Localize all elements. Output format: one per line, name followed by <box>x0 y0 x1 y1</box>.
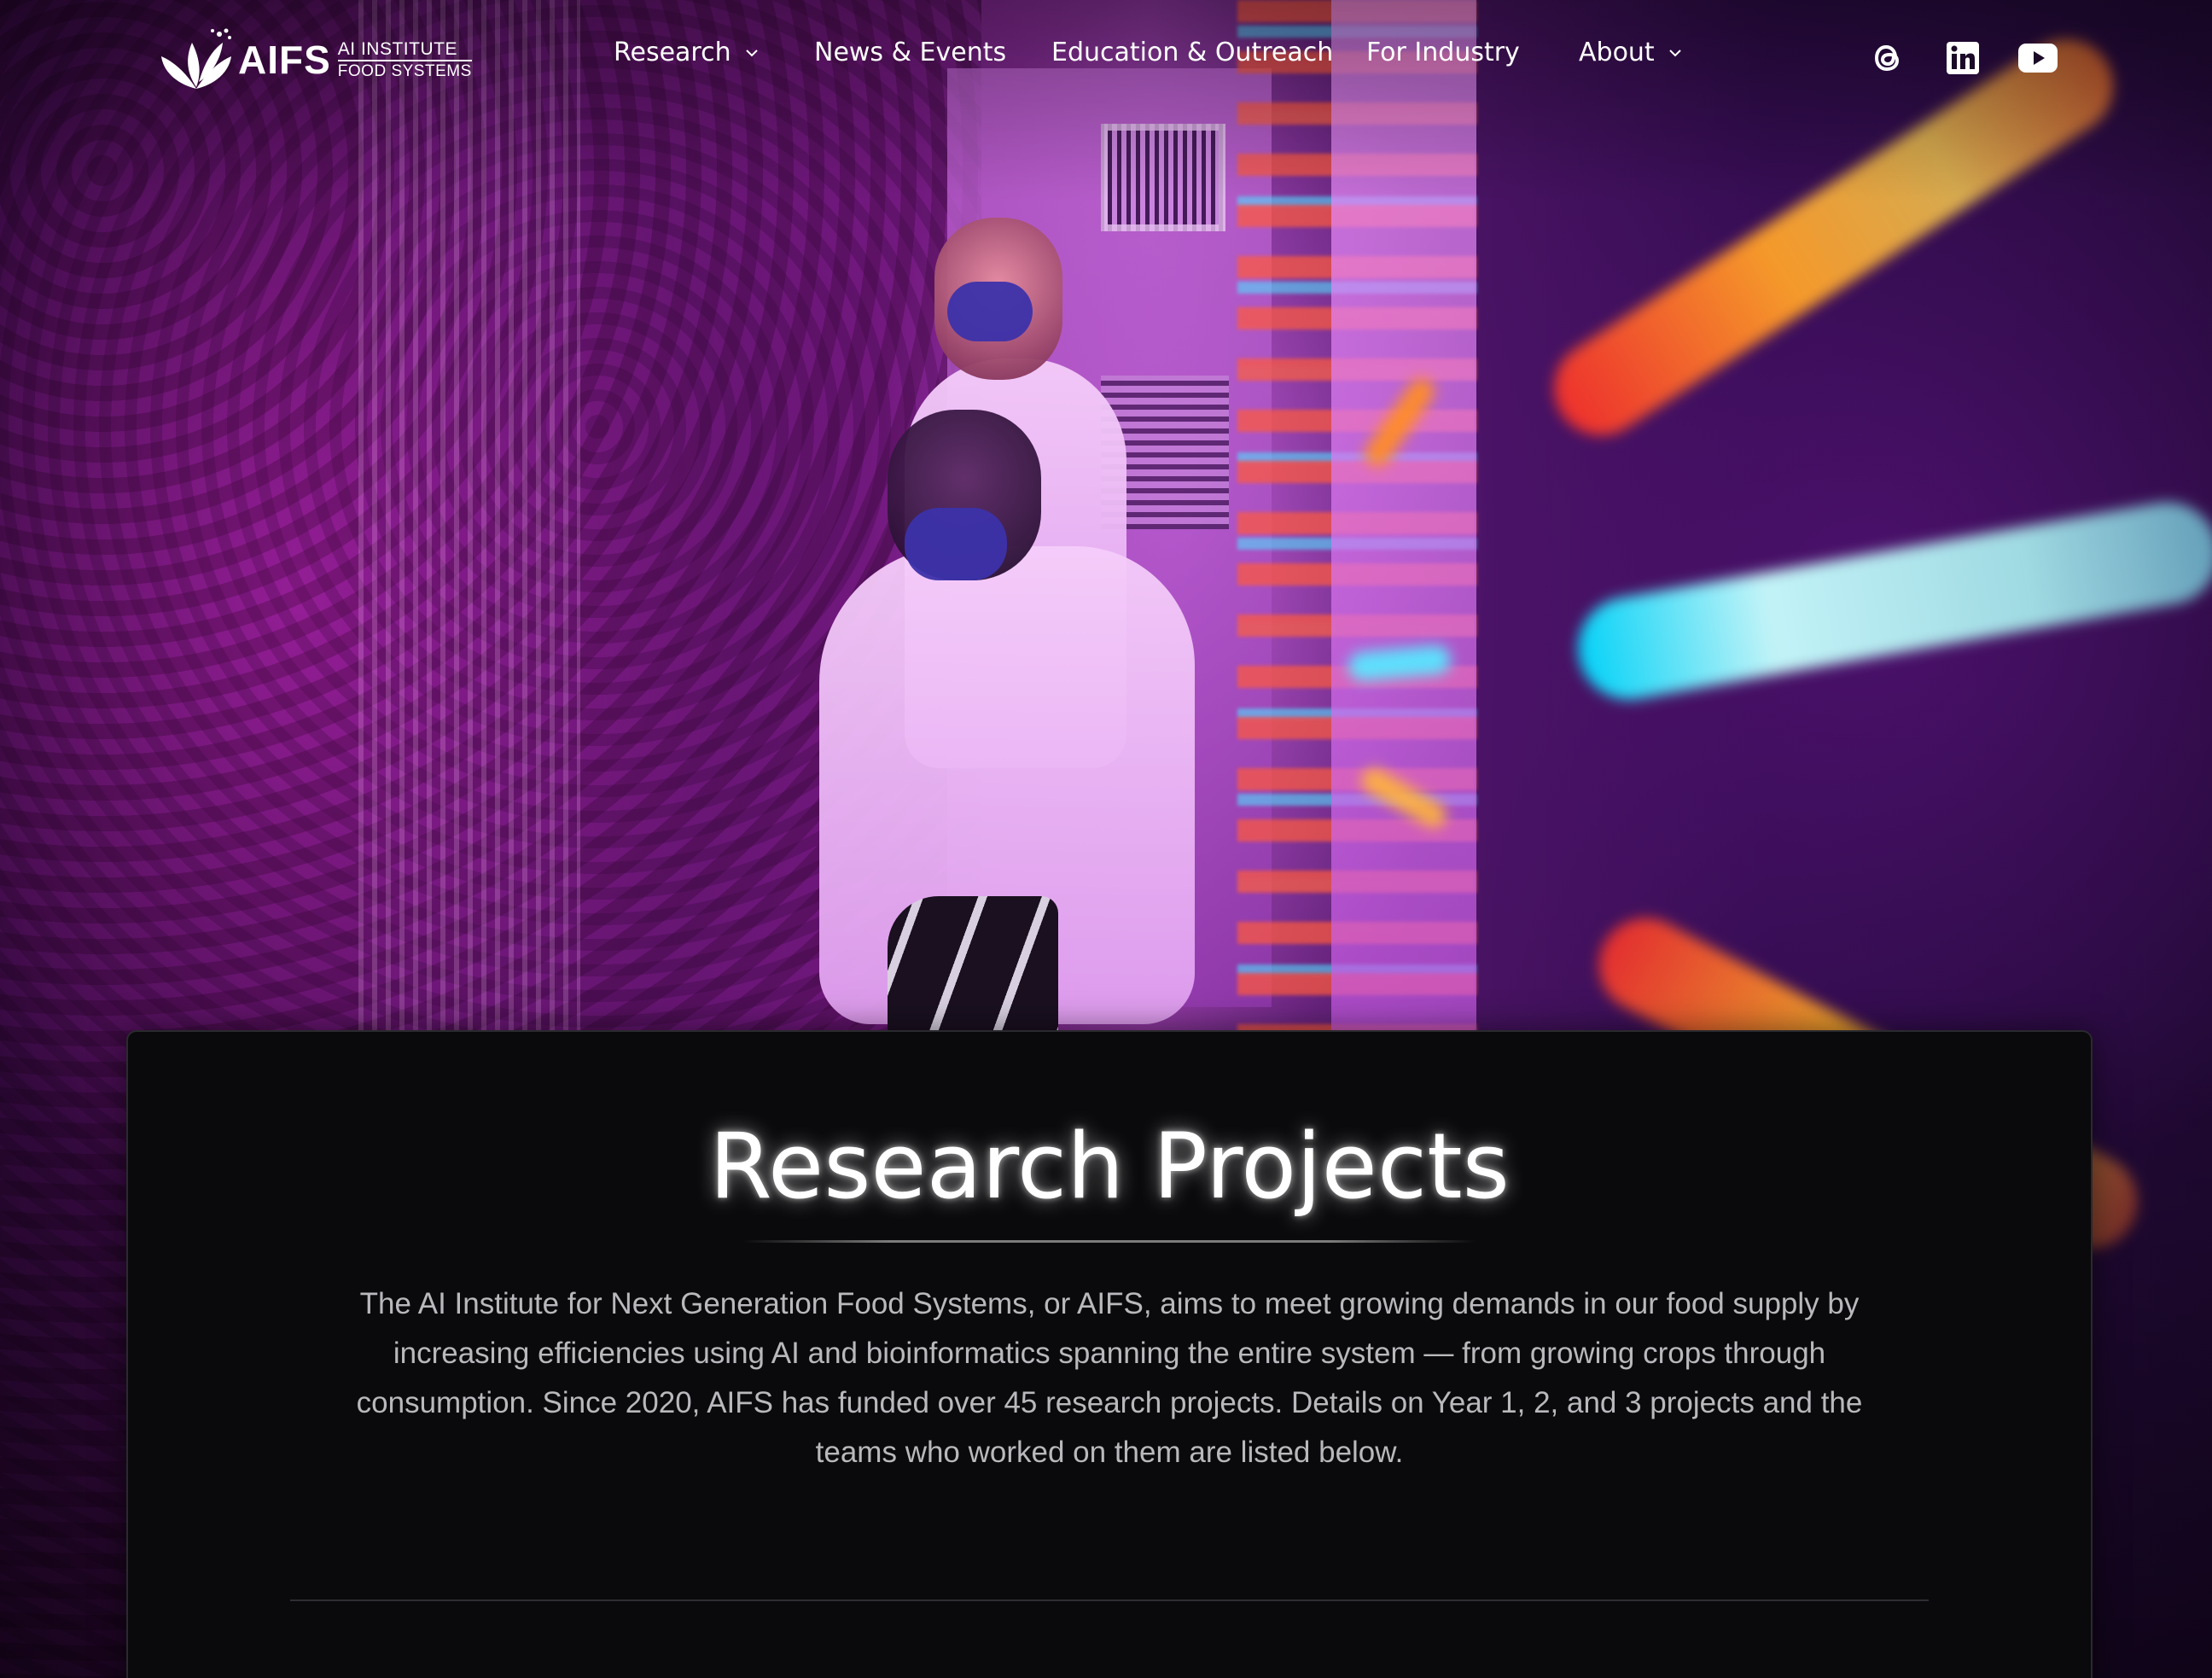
nav-item-about[interactable]: About <box>1579 38 1684 67</box>
nav-item-education-outreach[interactable]: Education & Outreach <box>1051 38 1333 67</box>
threads-link[interactable] <box>1867 38 1908 79</box>
linkedin-icon <box>1947 42 1979 74</box>
nav-item-label: About <box>1579 38 1655 67</box>
nav-item-for-industry[interactable]: For Industry <box>1366 38 1520 67</box>
nav-item-label: Research <box>614 38 731 67</box>
threads-icon <box>1874 44 1900 72</box>
youtube-icon <box>2018 44 2058 73</box>
youtube-link[interactable] <box>2016 38 2060 79</box>
site-logo[interactable]: AIFS AI INSTITUTE FOOD SYSTEMS <box>158 26 472 94</box>
nav-item-label: Education & Outreach <box>1051 38 1334 67</box>
page: AIFS AI INSTITUTE FOOD SYSTEMS Research … <box>0 0 2212 1678</box>
logo-subtitle: AI INSTITUTE FOOD SYSTEMS <box>337 40 472 80</box>
chevron-down-icon <box>745 49 758 56</box>
leaf-logo-icon <box>161 28 231 89</box>
title-divider <box>742 1240 1476 1243</box>
section-divider <box>290 1599 1929 1601</box>
linkedin-link[interactable] <box>1942 38 1983 79</box>
logo-subtitle-line1: AI INSTITUTE <box>337 40 472 61</box>
nav-item-research[interactable]: Research <box>614 38 760 67</box>
nav-item-news-events[interactable]: News & Events <box>814 38 1006 67</box>
site-header: AIFS AI INSTITUTE FOOD SYSTEMS Research … <box>0 0 2212 119</box>
nav-item-label: News & Events <box>814 38 1007 67</box>
intro-paragraph: The AI Institute for Next Generation Foo… <box>356 1287 1863 1469</box>
research-projects-card: Research Projects The AI Institute for N… <box>126 1030 2093 1678</box>
page-title: Research Projects <box>709 1114 1510 1219</box>
logo-wordmark: AIFS <box>238 38 331 82</box>
chevron-down-icon <box>1668 49 1681 56</box>
logo-subtitle-line2: FOOD SYSTEMS <box>337 62 472 80</box>
nav-item-label: For Industry <box>1366 38 1520 67</box>
